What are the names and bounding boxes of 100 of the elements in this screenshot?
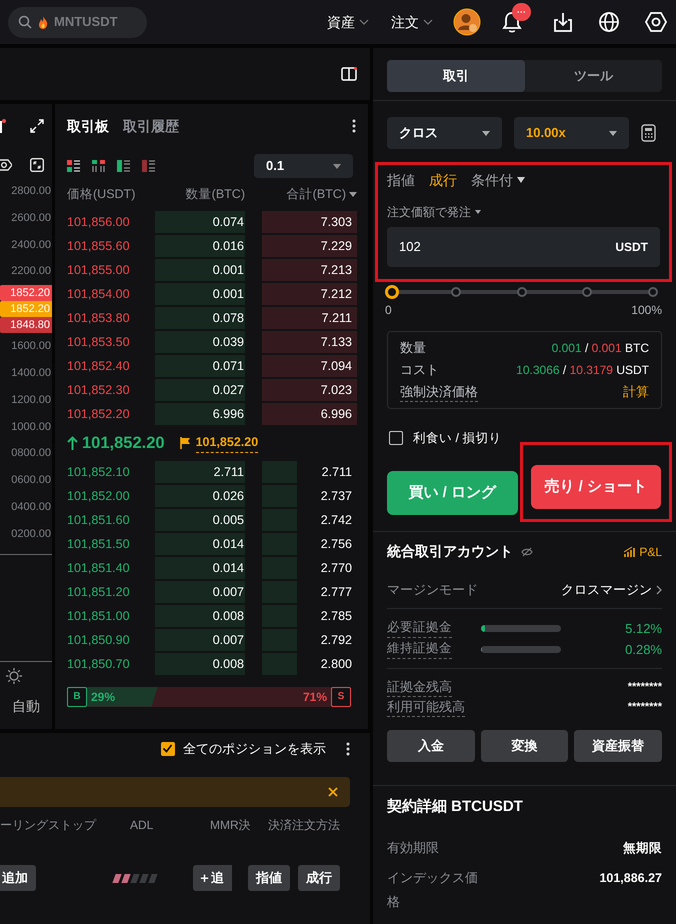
auto-scale-toggle[interactable]: 自動 [12,696,52,717]
column-header: ADL [129,817,154,834]
checkbox-label[interactable]: 全てのポジションを表示 [183,739,326,759]
order-total: 2.792 [320,632,352,649]
bell-icon[interactable] [502,11,522,33]
checkbox-label[interactable]: 利食い / 損切り [413,429,502,448]
order-type-tab[interactable]: 指値 [387,170,415,190]
checkbox[interactable] [389,431,403,446]
order-total: 2.737 [320,488,352,505]
order-by-dropdown[interactable]: 注文価額で発注 [387,203,481,221]
order-quantity: 0.027 [155,379,245,401]
precision-dropdown[interactable]: 0.1 [254,154,353,178]
amount-box[interactable]: 102 USDT [387,227,660,267]
order-quantity: 0.074 [155,211,245,233]
axis-label: 2600.00 [10,210,52,226]
last-price: 101,852.20 [82,432,165,454]
order-quantity: 0.008 [155,653,245,675]
section-title: 契約詳細 BTCUSDT [387,796,524,817]
leverage-select[interactable]: 10.00x [514,117,629,149]
row-label[interactable]: 利用可能残高 [387,696,465,717]
margin-mode-select[interactable]: クロス [387,117,502,149]
account-button[interactable]: 資産振替 [574,730,662,762]
avatar-icon[interactable] [453,8,481,36]
add-button[interactable]: ＋追 [193,865,232,891]
order-price: 101,856.00 [67,214,131,231]
margin-mode-link[interactable]: クロスマージン [561,580,662,600]
order-quantity: 6.996 [155,403,245,425]
globe-icon[interactable] [598,11,620,33]
add-button[interactable]: 追加 [0,865,36,891]
order-type-tab[interactable]: 成行 [429,170,457,190]
account-button[interactable]: 入金 [387,730,475,762]
order-total: 2.785 [320,608,352,625]
pnl-link[interactable]: P&L [624,542,662,561]
fullscreen-icon[interactable] [30,158,44,172]
order-quantity: 0.007 [155,581,245,603]
price-tag: 1852.20 [0,301,52,318]
eye-slash-icon[interactable] [521,546,533,557]
sell-button[interactable]: 売り / ショート [530,464,661,509]
order-quantity: 0.007 [155,629,245,651]
book-icon[interactable] [341,67,357,81]
menu-dropdown[interactable]: 注文 [391,12,433,32]
margin-value: 5.12% [625,620,662,638]
close-icon[interactable] [328,787,338,797]
checkbox[interactable] [161,742,175,756]
book-asks-icon[interactable] [142,160,155,172]
search-bar[interactable]: MNTUSDT [8,6,147,38]
order-book-tab[interactable]: 取引板 [67,116,109,136]
caret-icon[interactable] [349,192,357,196]
mark-price[interactable]: 101,852.20 [196,433,258,453]
order-quantity: 0.026 [155,485,245,507]
column-header: 合計(BTC) [286,186,346,203]
expand-icon[interactable] [30,119,44,133]
order-total: 7.303 [320,214,352,231]
search-field[interactable]: MNTUSDT [54,12,134,32]
order-book-tab[interactable]: 取引履歴 [123,116,179,136]
download-icon[interactable] [552,11,574,33]
axis-label: 1000.00 [10,420,52,435]
menu-dropdown[interactable]: 資産 [327,12,369,32]
book-columns-icon[interactable] [92,160,105,172]
order-type-tab[interactable]: 条件付 [471,170,525,190]
order-total: 7.094 [320,358,352,375]
order-price: 101,851.60 [67,512,131,529]
brightness-icon[interactable] [6,668,22,684]
order-quantity: 0.001 [155,259,245,281]
axis-label: 0800.00 [10,446,52,462]
balance-value: ******** [628,680,662,694]
caret-icon [609,130,617,136]
hexagon-icon[interactable] [0,158,12,172]
calculator-icon[interactable] [641,124,656,142]
summary-label: 数量 [400,339,426,358]
order-total: 2.742 [320,512,352,529]
trade-tab[interactable]: 取引 [387,60,524,92]
arrow-up-icon [67,436,78,450]
row-label: 有効期限 [387,839,440,858]
order-quantity: 0.001 [155,283,245,305]
axis-label: 2400.00 [10,238,52,253]
order-price: 101,851.40 [67,560,131,577]
more-icon[interactable] [346,742,350,756]
more-icon[interactable] [352,119,356,133]
calculate-link[interactable]: 計算 [623,382,649,402]
close-order-button[interactable]: 成行 [298,865,340,891]
order-total: 2.800 [320,656,352,673]
summary-label[interactable]: 強制決済価格 [400,382,478,402]
close-order-button[interactable]: 指値 [248,865,290,891]
trade-tab[interactable]: ツール [524,60,662,92]
account-button[interactable]: 変換 [480,730,568,762]
column-header: 価格(USDT) [67,186,136,203]
row-label[interactable]: 必要証拠金 [387,618,452,638]
row-label[interactable]: 維持証拠金 [387,639,452,660]
caret-icon [333,164,341,168]
order-total: 2.777 [320,584,352,601]
amount-field[interactable]: 102 [399,237,519,257]
indicator-icon[interactable] [0,119,6,133]
book-bids-icon[interactable] [117,160,130,172]
currency-unit: USDT [615,239,648,256]
order-price: 101,851.20 [67,584,131,601]
book-both-icon[interactable] [67,160,80,172]
settings-icon[interactable] [644,11,668,33]
row-label[interactable]: 証拠金残高 [387,676,452,697]
order-price: 101,855.60 [67,238,131,255]
